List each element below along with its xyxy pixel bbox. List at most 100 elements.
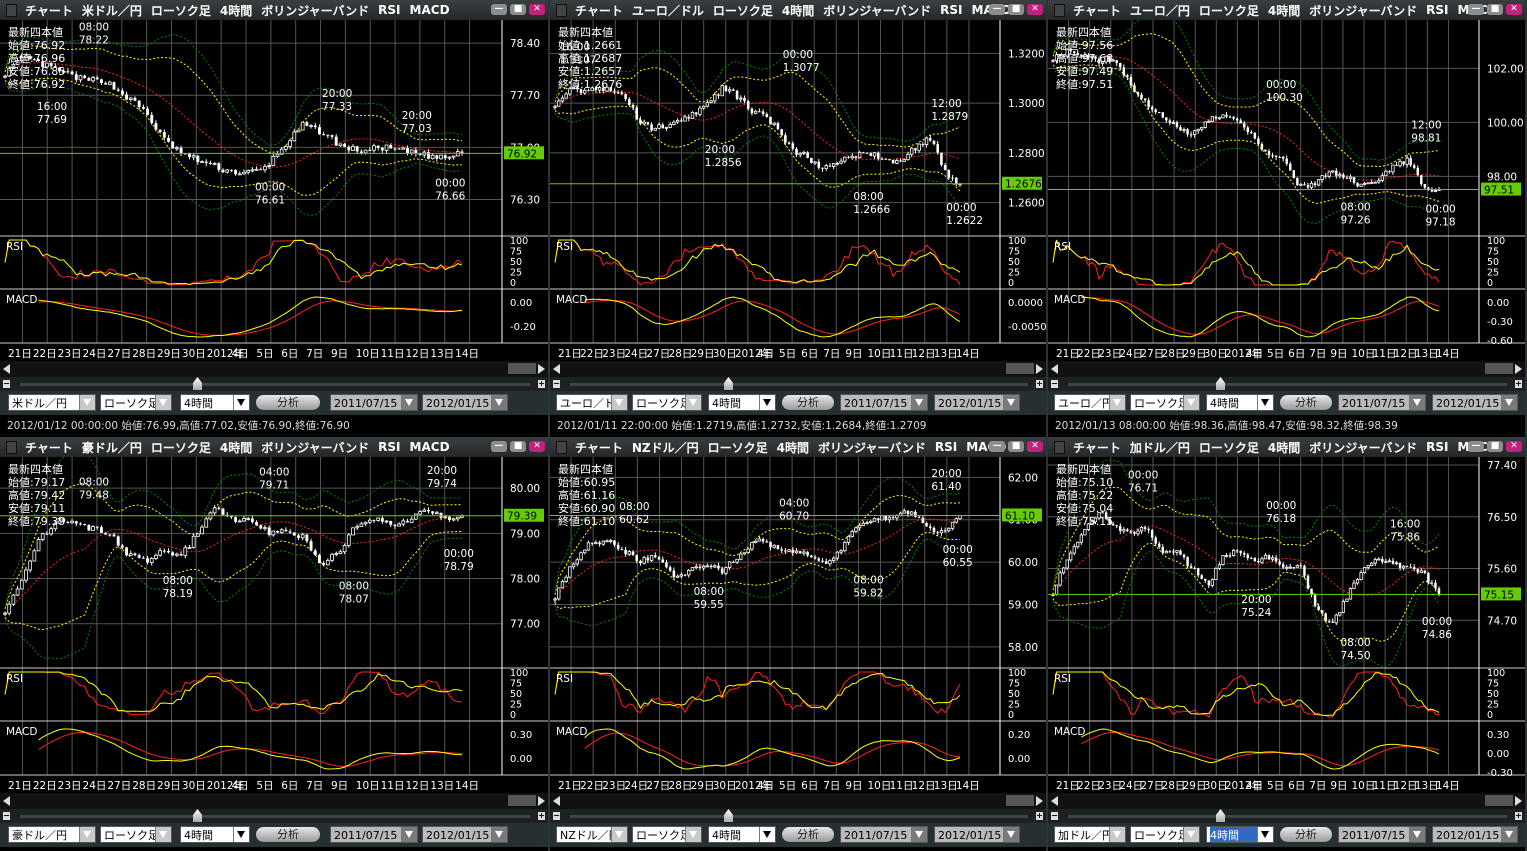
- scroll-right-arrow-icon[interactable]: [1036, 796, 1043, 806]
- zoom-out-button[interactable]: −: [1051, 380, 1058, 388]
- close-button[interactable]: ✕: [529, 441, 545, 452]
- zoom-out-button[interactable]: −: [553, 380, 560, 388]
- analyze-button[interactable]: 分析: [1280, 395, 1332, 410]
- date-to-select[interactable]: 2012/01/15: [1432, 826, 1518, 843]
- date-to-select[interactable]: 2012/01/15: [934, 394, 1020, 411]
- scroll-left-arrow-icon[interactable]: [553, 364, 560, 374]
- analyze-button[interactable]: 分析: [1280, 827, 1332, 842]
- zoom-in-button[interactable]: +: [1515, 812, 1522, 820]
- zoom-knob[interactable]: [1216, 809, 1225, 822]
- zoom-slider[interactable]: − +: [0, 809, 548, 823]
- scroll-left-arrow-icon[interactable]: [553, 796, 560, 806]
- zoom-slider[interactable]: − +: [550, 809, 1046, 823]
- zoom-in-button[interactable]: +: [1036, 812, 1043, 820]
- zoom-knob[interactable]: [724, 377, 733, 390]
- zoom-slider[interactable]: − +: [0, 377, 548, 391]
- chart-type-select[interactable]: ローソク足: [1130, 394, 1200, 411]
- currency-pair-select[interactable]: 加ドル／円: [1054, 826, 1126, 843]
- minimize-button[interactable]: —: [989, 441, 1005, 452]
- zoom-slider[interactable]: − +: [1048, 809, 1525, 823]
- interval-select[interactable]: 4時間: [708, 394, 776, 411]
- scroll-thumb[interactable]: [1485, 363, 1513, 374]
- zoom-out-button[interactable]: −: [1051, 812, 1058, 820]
- scroll-right-arrow-icon[interactable]: [1036, 364, 1043, 374]
- scroll-left-arrow-icon[interactable]: [1051, 796, 1058, 806]
- close-button[interactable]: ✕: [1027, 4, 1043, 15]
- horizontal-scrollbar[interactable]: [0, 361, 548, 377]
- date-to-select[interactable]: 2012/01/15: [1432, 394, 1518, 411]
- zoom-in-button[interactable]: +: [538, 380, 545, 388]
- chart-type-select[interactable]: ローソク足: [632, 394, 702, 411]
- minimize-button[interactable]: —: [989, 4, 1005, 15]
- zoom-knob[interactable]: [1216, 377, 1225, 390]
- maximize-button[interactable]: ■: [510, 4, 526, 15]
- interval-select[interactable]: 4時間: [180, 394, 250, 411]
- minimize-button[interactable]: —: [1468, 4, 1484, 15]
- currency-pair-select[interactable]: 豪ドル／円: [8, 826, 96, 843]
- scroll-thumb[interactable]: [508, 363, 536, 374]
- date-from-select[interactable]: 2011/07/15: [330, 394, 418, 411]
- horizontal-scrollbar[interactable]: [1048, 793, 1525, 809]
- horizontal-scrollbar[interactable]: [550, 361, 1046, 377]
- zoom-out-button[interactable]: −: [3, 380, 10, 388]
- date-from-select[interactable]: 2011/07/15: [840, 394, 928, 411]
- zoom-knob[interactable]: [193, 377, 202, 390]
- chart-type-select[interactable]: ローソク足: [100, 394, 172, 411]
- chart-type-select[interactable]: ローソク足: [100, 826, 172, 843]
- analyze-button[interactable]: 分析: [256, 827, 320, 842]
- scroll-thumb[interactable]: [508, 795, 536, 806]
- analyze-button[interactable]: 分析: [782, 395, 834, 410]
- zoom-slider[interactable]: − +: [1048, 377, 1525, 391]
- currency-pair-select[interactable]: NZドル／円: [556, 826, 628, 843]
- interval-select[interactable]: 4時間: [1206, 394, 1274, 411]
- minimize-button[interactable]: —: [1468, 441, 1484, 452]
- chart-type-select[interactable]: ローソク足: [632, 826, 702, 843]
- maximize-button[interactable]: ■: [1008, 4, 1024, 15]
- analyze-button[interactable]: 分析: [256, 395, 320, 410]
- zoom-knob[interactable]: [193, 809, 202, 822]
- zoom-out-button[interactable]: −: [553, 812, 560, 820]
- horizontal-scrollbar[interactable]: [0, 793, 548, 809]
- zoom-in-button[interactable]: +: [1036, 380, 1043, 388]
- date-to-select[interactable]: 2012/01/15: [422, 394, 508, 411]
- zoom-in-button[interactable]: +: [538, 812, 545, 820]
- zoom-knob[interactable]: [724, 809, 733, 822]
- scroll-right-arrow-icon[interactable]: [538, 796, 545, 806]
- currency-pair-select[interactable]: ユーロ／円: [1054, 394, 1126, 411]
- date-from-select[interactable]: 2011/07/15: [330, 826, 418, 843]
- scroll-right-arrow-icon[interactable]: [1515, 364, 1522, 374]
- scroll-right-arrow-icon[interactable]: [538, 364, 545, 374]
- scroll-left-arrow-icon[interactable]: [3, 796, 10, 806]
- horizontal-scrollbar[interactable]: [1048, 361, 1525, 377]
- minimize-button[interactable]: —: [491, 441, 507, 452]
- zoom-in-button[interactable]: +: [1515, 380, 1522, 388]
- interval-select[interactable]: 4時間: [708, 826, 776, 843]
- scroll-thumb[interactable]: [1006, 795, 1034, 806]
- close-button[interactable]: ✕: [1506, 4, 1522, 15]
- date-to-select[interactable]: 2012/01/15: [422, 826, 508, 843]
- maximize-button[interactable]: ■: [1487, 4, 1503, 15]
- zoom-slider[interactable]: − +: [550, 377, 1046, 391]
- date-from-select[interactable]: 2011/07/15: [1338, 826, 1426, 843]
- maximize-button[interactable]: ■: [1008, 441, 1024, 452]
- close-button[interactable]: ✕: [1506, 441, 1522, 452]
- analyze-button[interactable]: 分析: [782, 827, 834, 842]
- scroll-right-arrow-icon[interactable]: [1515, 796, 1522, 806]
- horizontal-scrollbar[interactable]: [550, 793, 1046, 809]
- currency-pair-select[interactable]: ユーロ／ドル: [556, 394, 628, 411]
- interval-select[interactable]: 4時間: [180, 826, 250, 843]
- currency-pair-select[interactable]: 米ドル／円: [8, 394, 96, 411]
- close-button[interactable]: ✕: [529, 4, 545, 15]
- scroll-left-arrow-icon[interactable]: [1051, 364, 1058, 374]
- scroll-thumb[interactable]: [1006, 363, 1034, 374]
- chart-type-select[interactable]: ローソク足: [1130, 826, 1200, 843]
- scroll-thumb[interactable]: [1485, 795, 1513, 806]
- interval-select[interactable]: 4時間: [1206, 826, 1274, 843]
- maximize-button[interactable]: ■: [1487, 441, 1503, 452]
- date-to-select[interactable]: 2012/01/15: [934, 826, 1020, 843]
- date-from-select[interactable]: 2011/07/15: [1338, 394, 1426, 411]
- date-from-select[interactable]: 2011/07/15: [840, 826, 928, 843]
- close-button[interactable]: ✕: [1027, 441, 1043, 452]
- maximize-button[interactable]: ■: [510, 441, 526, 452]
- minimize-button[interactable]: —: [491, 4, 507, 15]
